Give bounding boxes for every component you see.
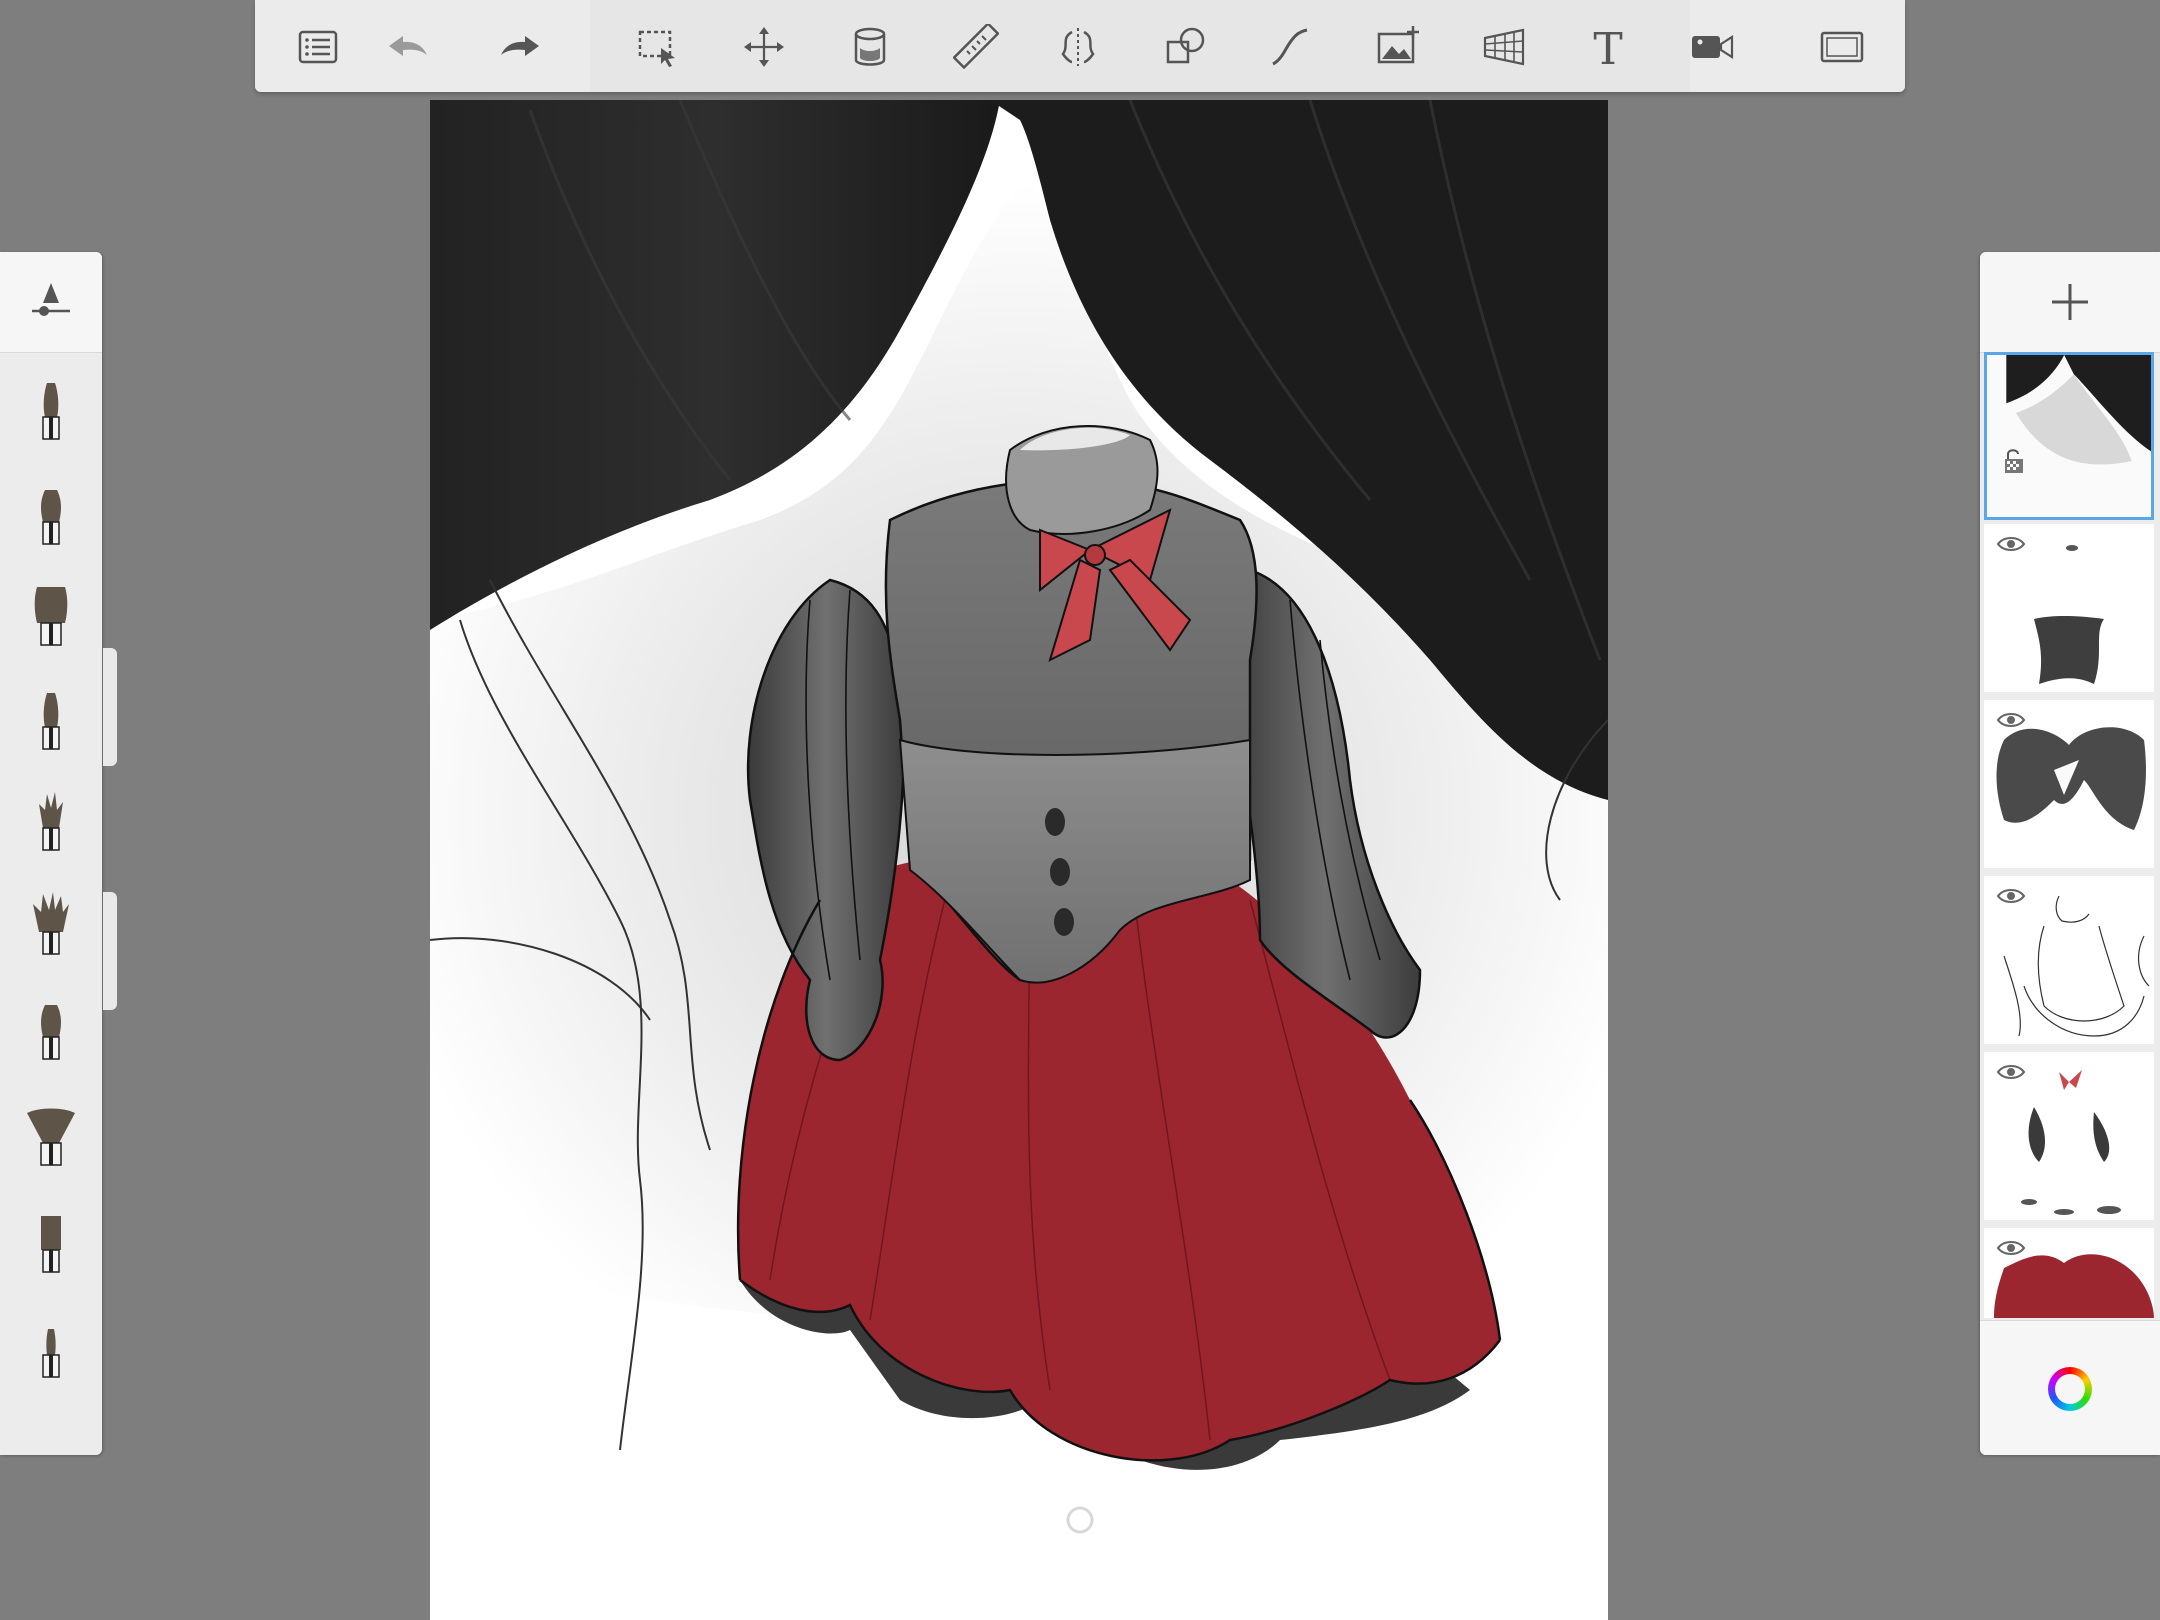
top-toolbar: T bbox=[255, 0, 1905, 92]
symmetry-button[interactable] bbox=[1053, 22, 1103, 72]
layer-background[interactable] bbox=[1984, 352, 2154, 520]
list-icon bbox=[298, 30, 338, 64]
artwork bbox=[430, 100, 1608, 1620]
layer-bodice-texture[interactable] bbox=[1984, 700, 2154, 868]
list-button[interactable] bbox=[293, 22, 343, 72]
redo-button[interactable] bbox=[495, 22, 545, 72]
drawing-canvas[interactable] bbox=[430, 100, 1608, 1620]
square-brush-icon bbox=[41, 1216, 61, 1273]
curve-button[interactable] bbox=[1265, 22, 1315, 72]
undo-icon bbox=[389, 36, 427, 56]
perspective-grid-icon bbox=[1483, 28, 1525, 66]
marker-brush-icon bbox=[42, 693, 60, 750]
eye-icon[interactable] bbox=[1996, 710, 2026, 730]
spiky-brush[interactable] bbox=[18, 785, 84, 863]
symmetry-icon bbox=[1061, 28, 1095, 66]
layer-lineart[interactable] bbox=[1984, 876, 2154, 1044]
filbert-brush[interactable] bbox=[18, 994, 84, 1072]
fill-bucket-icon bbox=[854, 27, 886, 66]
undo-button[interactable] bbox=[383, 22, 433, 72]
round-brush-icon bbox=[41, 490, 61, 545]
time-lapse-button[interactable] bbox=[1687, 22, 1737, 72]
selection-icon bbox=[638, 30, 675, 67]
brush-palette bbox=[0, 252, 102, 1455]
eye-icon[interactable] bbox=[1996, 1062, 2026, 1082]
marker-brush[interactable] bbox=[18, 684, 84, 762]
add-image-button[interactable] bbox=[1373, 22, 1423, 72]
brush-properties-button[interactable] bbox=[0, 252, 102, 353]
text-glyph: T bbox=[1593, 24, 1622, 70]
fill-button[interactable] bbox=[845, 22, 895, 72]
large-spiky-brush[interactable] bbox=[18, 889, 84, 967]
text-button[interactable]: T bbox=[1583, 22, 1633, 72]
fine-brush[interactable] bbox=[18, 1312, 84, 1390]
fullscreen-button[interactable] bbox=[1817, 22, 1867, 72]
add-layer-button[interactable] bbox=[1980, 252, 2160, 353]
brush-size-slider[interactable] bbox=[103, 648, 117, 766]
selection-button[interactable] bbox=[633, 22, 683, 72]
curve-icon bbox=[1272, 28, 1308, 66]
redo-icon bbox=[501, 36, 539, 56]
color-wheel-icon bbox=[2048, 1366, 2092, 1411]
pencil-brush[interactable] bbox=[18, 374, 84, 452]
large-spiky-brush-icon bbox=[33, 892, 69, 955]
pencil-brush-icon bbox=[42, 383, 60, 440]
flat-brush-icon bbox=[34, 587, 68, 646]
perspective-button[interactable] bbox=[1479, 22, 1529, 72]
add-image-icon bbox=[1377, 26, 1419, 64]
ruler-button[interactable] bbox=[951, 22, 1001, 72]
eye-icon[interactable] bbox=[1996, 1238, 2026, 1258]
spiky-brush-icon bbox=[39, 792, 63, 851]
layer-panel bbox=[1980, 252, 2160, 1455]
color-picker-button[interactable] bbox=[1980, 1320, 2160, 1455]
fan-brush[interactable] bbox=[18, 1100, 84, 1178]
ruler-icon bbox=[953, 24, 999, 70]
shapes-icon bbox=[1166, 27, 1205, 64]
transform-button[interactable] bbox=[739, 22, 789, 72]
transform-icon bbox=[744, 27, 784, 67]
fan-brush-icon bbox=[27, 1108, 75, 1166]
flat-brush[interactable] bbox=[18, 580, 84, 658]
round-brush[interactable] bbox=[18, 479, 84, 557]
shapes-button[interactable] bbox=[1161, 22, 1211, 72]
plus-icon bbox=[2052, 284, 2088, 320]
layer-accents[interactable] bbox=[1984, 1052, 2154, 1220]
square-brush[interactable] bbox=[18, 1207, 84, 1285]
layer-shadows[interactable] bbox=[1984, 524, 2154, 692]
text-icon: T bbox=[1593, 24, 1622, 70]
fine-brush-icon bbox=[42, 1329, 60, 1378]
lock-icon[interactable] bbox=[2003, 447, 2025, 475]
eye-icon[interactable] bbox=[1996, 534, 2026, 554]
filbert-brush-icon bbox=[41, 1005, 61, 1060]
fullscreen-icon bbox=[1820, 31, 1864, 63]
brush-properties-icon bbox=[32, 283, 70, 316]
time-lapse-icon bbox=[1692, 34, 1734, 60]
brush-opacity-slider[interactable] bbox=[103, 892, 117, 1010]
layer-skirt-red[interactable] bbox=[1984, 1228, 2154, 1318]
layer-thumbnail bbox=[1987, 355, 2151, 517]
eye-icon[interactable] bbox=[1996, 886, 2026, 906]
